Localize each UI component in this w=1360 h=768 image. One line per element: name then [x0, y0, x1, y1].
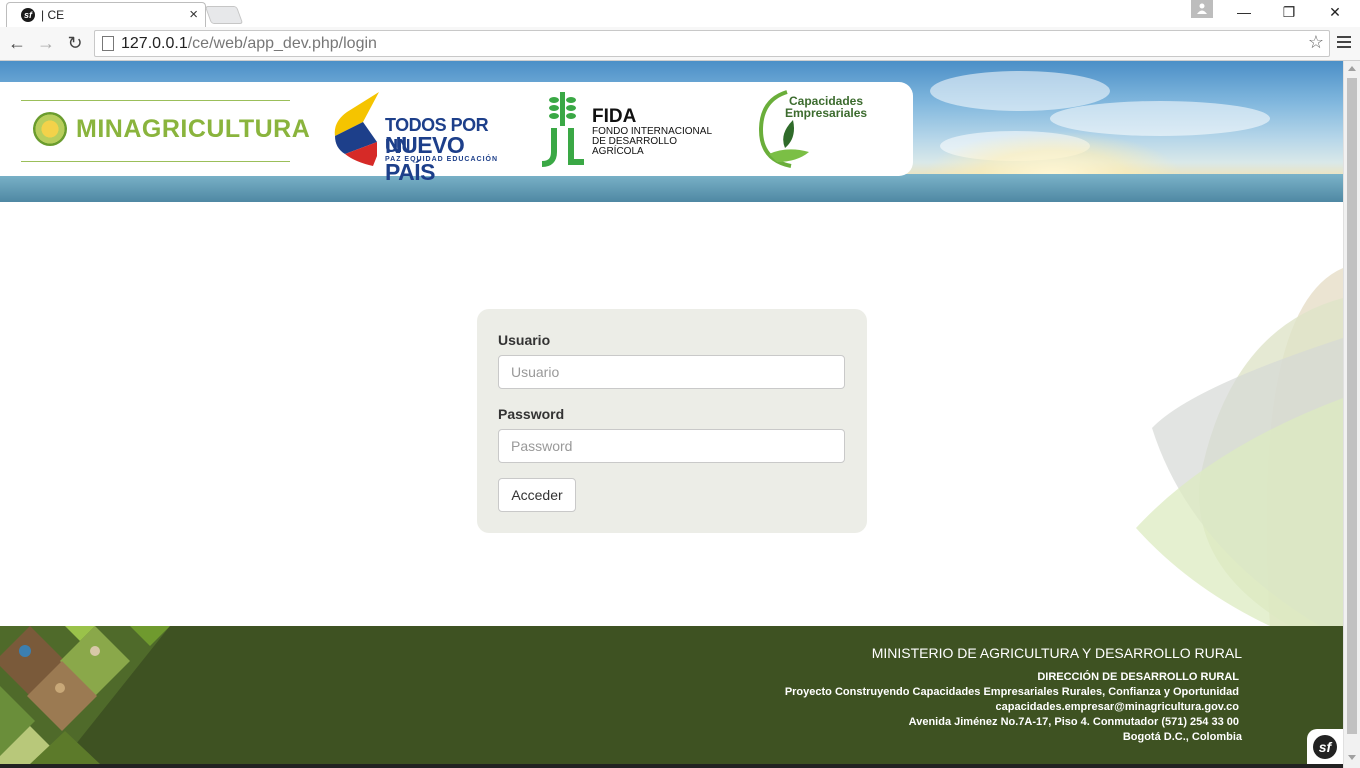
restore-button[interactable]: ❐: [1279, 4, 1299, 22]
scroll-down-icon[interactable]: [1348, 755, 1356, 760]
tab-close-icon[interactable]: ×: [189, 6, 198, 23]
acceder-button[interactable]: Acceder: [498, 478, 576, 512]
footer-line-address: Avenida Jiménez No.7A-17, Piso 4. Conmut…: [908, 716, 1239, 728]
footer-line-direccion: DIRECCIÓN DE DESARROLLO RURAL: [1037, 671, 1239, 683]
symfony-logo-icon: sf: [1313, 735, 1337, 759]
username-label: Usuario: [498, 332, 551, 348]
password-label: Password: [498, 406, 565, 422]
forward-button[interactable]: →: [36, 33, 56, 53]
decorative-petals: [1136, 268, 1343, 626]
wheat-icon: [541, 92, 584, 167]
tab-title: | CE: [41, 8, 65, 22]
symfony-favicon-icon: sf: [21, 8, 35, 22]
minimize-button[interactable]: —: [1234, 4, 1254, 22]
empresariales-word: Empresariales: [785, 106, 868, 120]
tricolor-e-icon: [334, 92, 379, 166]
page-icon: [102, 36, 114, 51]
horizon: [0, 174, 1343, 202]
bookmark-star-icon[interactable]: ☆: [1308, 32, 1324, 53]
profile-button[interactable]: [1191, 0, 1213, 18]
person-icon: [1197, 3, 1207, 14]
header-banner: MINAGRICULTURA TODOS POR UN NUEVO PAÍS P…: [0, 61, 1343, 202]
browser-tab[interactable]: sf | CE ×: [6, 2, 206, 28]
close-window-button[interactable]: ✕: [1325, 4, 1345, 22]
scroll-thumb[interactable]: [1347, 78, 1357, 734]
vertical-scrollbar[interactable]: [1343, 61, 1360, 768]
capacidades-text: Capacidades Empresariales: [785, 95, 867, 119]
back-button[interactable]: ←: [7, 33, 27, 53]
footer-line-city: Bogotá D.C., Colombia: [1122, 731, 1242, 743]
url-host: 127.0.0.1: [121, 35, 188, 52]
footer: MINISTERIO DE AGRICULTURA Y DESARROLLO R…: [0, 626, 1343, 764]
url-path: /ce/web/app_dev.php/login: [187, 35, 377, 52]
address-bar[interactable]: 127.0.0.1/ce/web/app_dev.php/login ☆: [94, 30, 1330, 57]
fida-text: FIDA: [592, 106, 637, 127]
fida-logo: FIDA FONDO INTERNACIONAL DE DESARROLLO A…: [540, 92, 720, 168]
colombia-seal-icon: [33, 112, 67, 146]
new-tab-button[interactable]: [204, 6, 244, 24]
password-input[interactable]: [498, 429, 845, 463]
browser-tab-bar: sf | CE × — ❐ ✕: [0, 0, 1360, 28]
browser-toolbar: ← → ↻ 127.0.0.1/ce/web/app_dev.php/login…: [0, 27, 1360, 61]
footer-line-proyecto: Proyecto Construyendo Capacidades Empres…: [784, 686, 1239, 698]
minagricultura-text: MINAGRICULTURA: [76, 115, 311, 143]
minagricultura-logo: MINAGRICULTURA: [21, 100, 310, 162]
username-input[interactable]: [498, 355, 845, 389]
fida-subtitle: FONDO INTERNACIONAL DE DESARROLLO AGRÍCO…: [592, 126, 712, 157]
reload-button[interactable]: ↻: [65, 33, 85, 53]
footer-line-email: capacidades.empresar@minagricultura.gov.…: [995, 701, 1239, 713]
url-text: 127.0.0.1/ce/web/app_dev.php/login: [121, 35, 377, 53]
symfony-debug-toolbar-toggle[interactable]: sf: [1307, 729, 1343, 765]
logo-panel: MINAGRICULTURA TODOS POR UN NUEVO PAÍS P…: [0, 82, 913, 185]
login-form: Usuario Password Acceder: [477, 309, 867, 533]
capacidades-empresariales-logo: Capacidades Empresariales: [757, 90, 897, 168]
tpun-tagline: PAZ EQUIDAD EDUCACIÓN: [385, 156, 499, 163]
window-bottom-edge: [0, 764, 1343, 768]
todos-por-un-nuevo-pais-logo: TODOS POR UN NUEVO PAÍS PAZ EQUIDAD EDUC…: [333, 92, 503, 185]
footer-title: MINISTERIO DE AGRICULTURA Y DESARROLLO R…: [871, 645, 1242, 661]
browser-menu-icon[interactable]: [1337, 33, 1351, 53]
farmers-photo-mosaic: [0, 626, 170, 764]
scroll-up-icon[interactable]: [1348, 66, 1356, 71]
